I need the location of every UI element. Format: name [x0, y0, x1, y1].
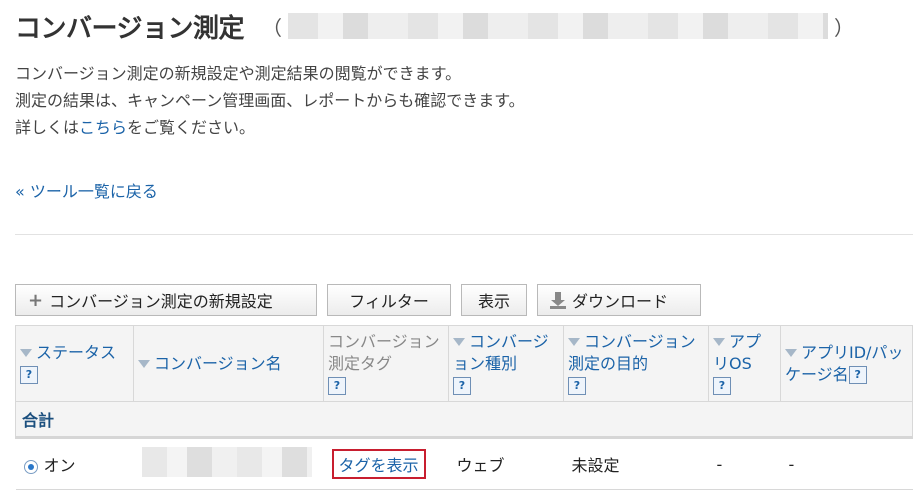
page-title: コンバージョン測定 — [15, 13, 244, 44]
sort-icon — [138, 360, 150, 368]
description-line-2: 測定の結果は、キャンペーン管理画面、レポートからも確認できます。 — [15, 91, 525, 110]
section-divider — [15, 234, 913, 235]
help-icon[interactable]: ? — [453, 377, 471, 395]
column-header-app-id[interactable]: アプリID/パッケージ名? — [780, 325, 913, 402]
summary-row: 合計 — [15, 401, 913, 438]
description-line-3: 詳しくはこちらをご覧ください。 — [15, 114, 525, 141]
description-prefix: 詳しくは — [15, 118, 80, 137]
table-header-row: ステータス? コンバージョン名 コンバージョン測定タグ? コンバージョン種別? … — [15, 325, 913, 402]
title-row: コンバージョン測定 （ ） — [15, 6, 854, 46]
account-paren-close: ） — [833, 15, 854, 40]
column-header-tag: コンバージョン測定タグ? — [323, 325, 449, 402]
column-header-conversion-name[interactable]: コンバージョン名 — [133, 325, 324, 402]
download-icon — [550, 292, 566, 309]
status-radio-icon[interactable] — [23, 459, 38, 474]
column-header-type[interactable]: コンバージョン種別? — [448, 325, 564, 402]
conversion-name-blurred — [141, 447, 312, 477]
help-icon[interactable]: ? — [328, 377, 346, 395]
page-description: コンバージョン測定の新規設定や測定結果の閲覧ができます。 測定の結果は、キャンペ… — [15, 60, 525, 141]
summary-label: 合計 — [15, 401, 913, 438]
toolbar: + コンバージョン測定の新規設定 フィルター 表示 ダウンロード — [15, 284, 701, 316]
column-header-purpose[interactable]: コンバージョン測定の目的? — [563, 325, 709, 402]
download-button[interactable]: ダウンロード — [537, 284, 701, 316]
help-icon[interactable]: ? — [20, 366, 38, 384]
filter-button[interactable]: フィルター — [327, 284, 451, 316]
sort-icon — [785, 349, 797, 357]
column-header-status[interactable]: ステータス? — [15, 325, 134, 402]
sort-icon — [713, 338, 725, 346]
new-conversion-label: コンバージョン測定の新規設定 — [49, 292, 273, 311]
show-tag-link[interactable]: タグを表示 — [331, 449, 426, 479]
help-link[interactable]: こちら — [79, 118, 127, 137]
description-suffix: をご覧ください。 — [127, 118, 256, 137]
filter-label: フィルター — [349, 292, 429, 311]
download-label: ダウンロード — [572, 292, 669, 311]
sort-icon — [453, 338, 465, 346]
description-line-1: コンバージョン測定の新規設定や測定結果の閲覧ができます。 — [15, 64, 462, 83]
account-paren-open: （ — [261, 15, 282, 40]
help-icon[interactable]: ? — [848, 366, 867, 384]
sort-icon — [568, 338, 580, 346]
plus-icon: + — [28, 289, 44, 311]
account-name-blurred — [287, 13, 828, 39]
display-label: 表示 — [477, 292, 510, 311]
conversion-table: ステータス? コンバージョン名 コンバージョン測定タグ? コンバージョン種別? … — [15, 325, 913, 490]
new-conversion-button[interactable]: + コンバージョン測定の新規設定 — [15, 284, 317, 316]
column-header-app-os[interactable]: アプリOS? — [708, 325, 781, 402]
help-icon[interactable]: ? — [568, 377, 586, 395]
back-to-tools-link[interactable]: « ツール一覧に戻る — [15, 178, 158, 202]
help-icon[interactable]: ? — [713, 377, 731, 395]
display-button[interactable]: 表示 — [461, 284, 527, 316]
sort-icon — [20, 349, 32, 357]
